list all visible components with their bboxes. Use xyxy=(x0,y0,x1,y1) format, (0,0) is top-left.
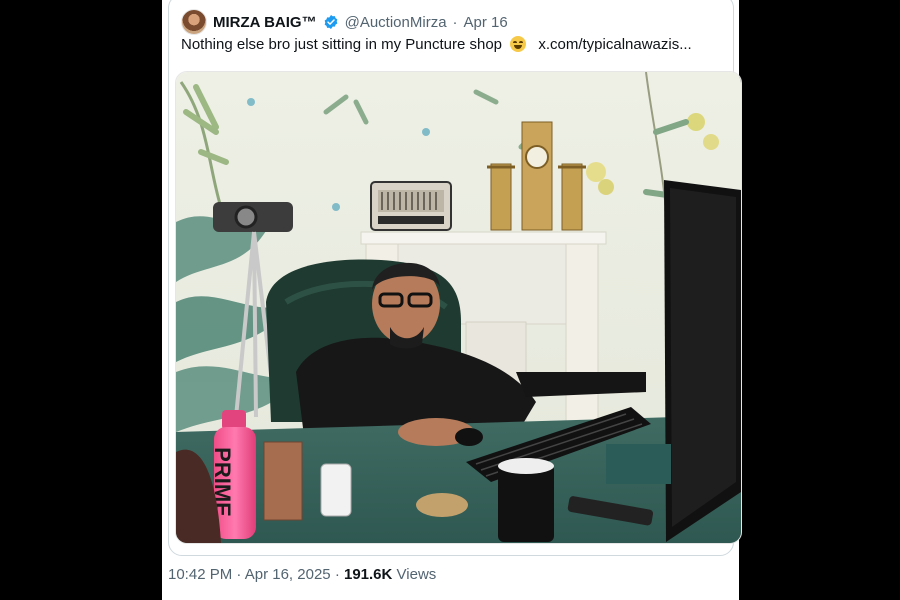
tweet-full-date[interactable]: Apr 16, 2025 xyxy=(245,566,331,583)
author-handle[interactable]: @AuctionMirza xyxy=(345,14,447,31)
author-name[interactable]: MIRZA BAIG™ xyxy=(213,14,317,31)
office-photo: PRIME xyxy=(176,72,741,543)
tweet-link[interactable]: x.com/typicalnawazis... xyxy=(538,36,691,53)
tweet-photo[interactable]: PRIME xyxy=(175,71,742,544)
coaster xyxy=(416,493,468,517)
verified-badge-icon xyxy=(323,14,339,30)
avatar[interactable] xyxy=(181,9,207,35)
tweet-date[interactable]: Apr 16 xyxy=(464,14,508,31)
remote-device xyxy=(320,463,352,517)
tweet-text: Nothing else bro just sitting in my Punc… xyxy=(181,36,726,53)
notebook xyxy=(606,444,671,484)
footer-separator: · xyxy=(236,566,242,583)
mouse xyxy=(455,428,483,446)
tweet-time[interactable]: 10:42 PM xyxy=(168,566,232,583)
computer-monitor xyxy=(664,180,741,542)
face-with-tears-of-joy-icon xyxy=(510,36,527,52)
tweet-container[interactable]: MIRZA BAIG™ @AuctionMirza · Apr 16 Nothi… xyxy=(168,0,742,556)
tweet-footer: 10:42 PM · Apr 16, 2025 · 191.6K Views xyxy=(168,566,436,583)
views-label: Views xyxy=(396,566,437,583)
footer-separator: · xyxy=(334,566,340,583)
black-mug xyxy=(498,458,554,542)
views-count: 191.6K xyxy=(343,566,393,583)
tweet-body: Nothing else bro just sitting in my Punc… xyxy=(181,36,502,53)
header-separator: · xyxy=(452,13,458,31)
vintage-radio xyxy=(370,181,452,231)
perfume-box xyxy=(263,441,303,521)
tweet-card: MIRZA BAIG™ @AuctionMirza · Apr 16 Nothi… xyxy=(162,0,742,600)
tweet-header: MIRZA BAIG™ @AuctionMirza · Apr 16 xyxy=(181,9,508,35)
